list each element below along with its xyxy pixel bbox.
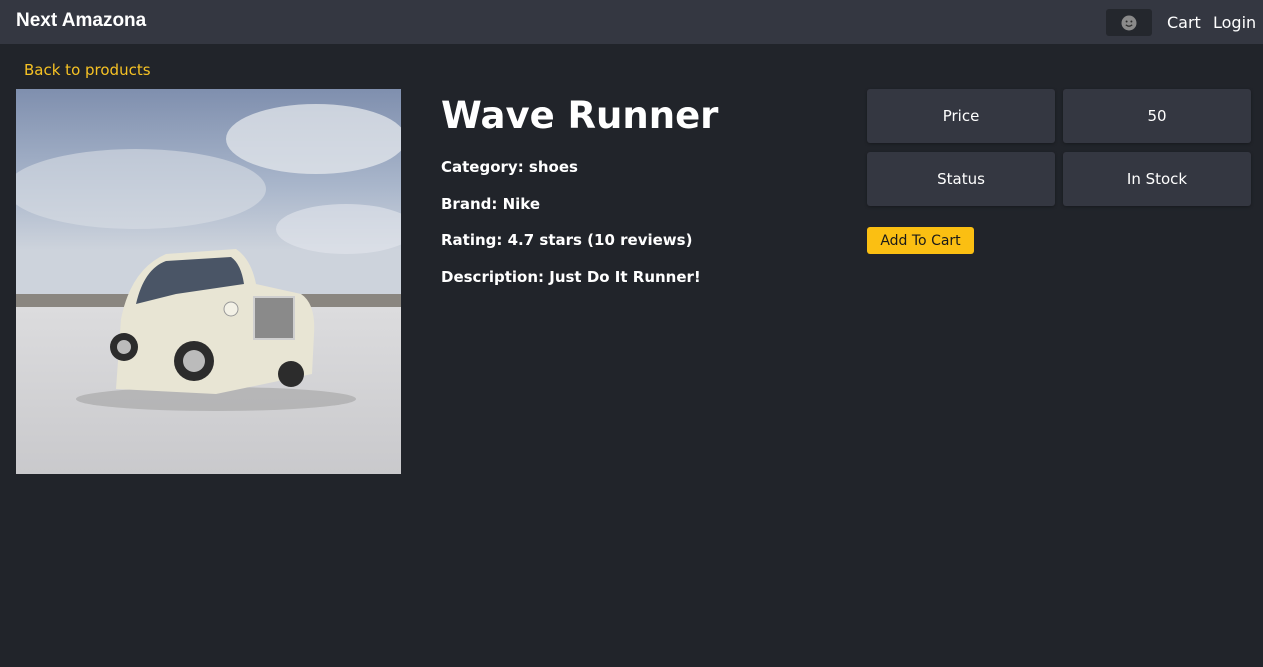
price-value: 50 [1063,89,1251,143]
product-rating: Rating: 4.7 stars (10 reviews) [441,231,693,249]
nav-login-link[interactable]: Login [1213,13,1256,32]
nav-cart-link[interactable]: Cart [1167,13,1201,32]
status-value: In Stock [1063,152,1251,206]
theme-toggle-button[interactable] [1106,9,1152,36]
product-description: Description: Just Do It Runner! [441,268,701,286]
add-to-cart-button[interactable]: Add To Cart [867,227,974,254]
product-category: Category: shoes [441,158,578,176]
brand-logo-link[interactable]: Next Amazona [16,10,146,32]
navbar: Next Amazona Cart Login [0,0,1263,44]
price-label: Price [867,89,1055,143]
product-image [16,89,401,474]
status-label: Status [867,152,1055,206]
product-brand: Brand: Nike [441,195,541,213]
back-to-products-link[interactable]: Back to products [24,61,151,79]
product-title: Wave Runner [441,94,719,137]
face-icon [1121,15,1137,30]
